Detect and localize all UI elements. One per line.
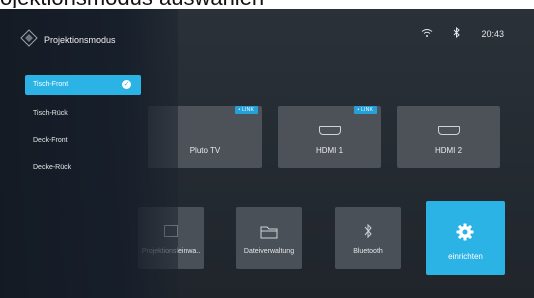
bluetooth-icon [364, 223, 373, 244]
tile-settings[interactable]: einrichten [426, 201, 505, 275]
wifi-icon [421, 28, 433, 40]
menu-item-label: Tisch-Front [33, 81, 69, 88]
tile-label: einrichten [448, 252, 483, 261]
check-icon: ✓ [122, 80, 131, 89]
tile-label: Bluetooth [353, 248, 383, 255]
menu-item-decke-rueck[interactable]: Decke-Rück [25, 158, 141, 178]
tv-screen: 20:43 • LINK Pluto TV • LINK HDMI 1 HDMI… [0, 9, 534, 298]
status-bar: 20:43 [421, 26, 504, 40]
projection-mode-panel: Projektionsmodus Tisch-Front ✓ Tisch-Rüc… [0, 9, 178, 298]
bluetooth-icon [453, 26, 461, 40]
menu-item-deck-front[interactable]: Deck-Front [25, 131, 141, 151]
panel-title: Projektionsmodus [44, 35, 116, 45]
projector-logo-icon [20, 29, 38, 47]
menu-item-label: Decke-Rück [33, 164, 72, 171]
menu-item-tisch-front[interactable]: Tisch-Front ✓ [25, 75, 141, 95]
tile-bluetooth[interactable]: Bluetooth [335, 207, 401, 269]
hdmi-icon [318, 126, 341, 135]
clock-time: 20:43 [481, 28, 504, 39]
tile-hdmi-2[interactable]: HDMI 2 [397, 106, 500, 168]
tile-label: HDMI 2 [434, 146, 463, 155]
tile-file-manager[interactable]: Dateiverwaltung [236, 207, 302, 269]
hdmi-icon [437, 126, 460, 135]
gear-icon [456, 223, 474, 246]
menu-item-tisch-rueck[interactable]: Tisch-Rück [25, 104, 141, 124]
screen-caption: ojektionsmodus auswählen [0, 0, 534, 8]
tile-label: Dateiverwaltung [243, 248, 295, 255]
menu-item-label: Deck-Front [33, 137, 68, 144]
link-badge: • LINK [234, 106, 258, 114]
tile-hdmi-1[interactable]: • LINK HDMI 1 [278, 106, 381, 168]
menu-item-label: Tisch-Rück [33, 110, 68, 117]
tile-label: HDMI 1 [315, 146, 344, 155]
folder-icon [260, 225, 278, 244]
link-badge: • LINK [353, 106, 377, 114]
